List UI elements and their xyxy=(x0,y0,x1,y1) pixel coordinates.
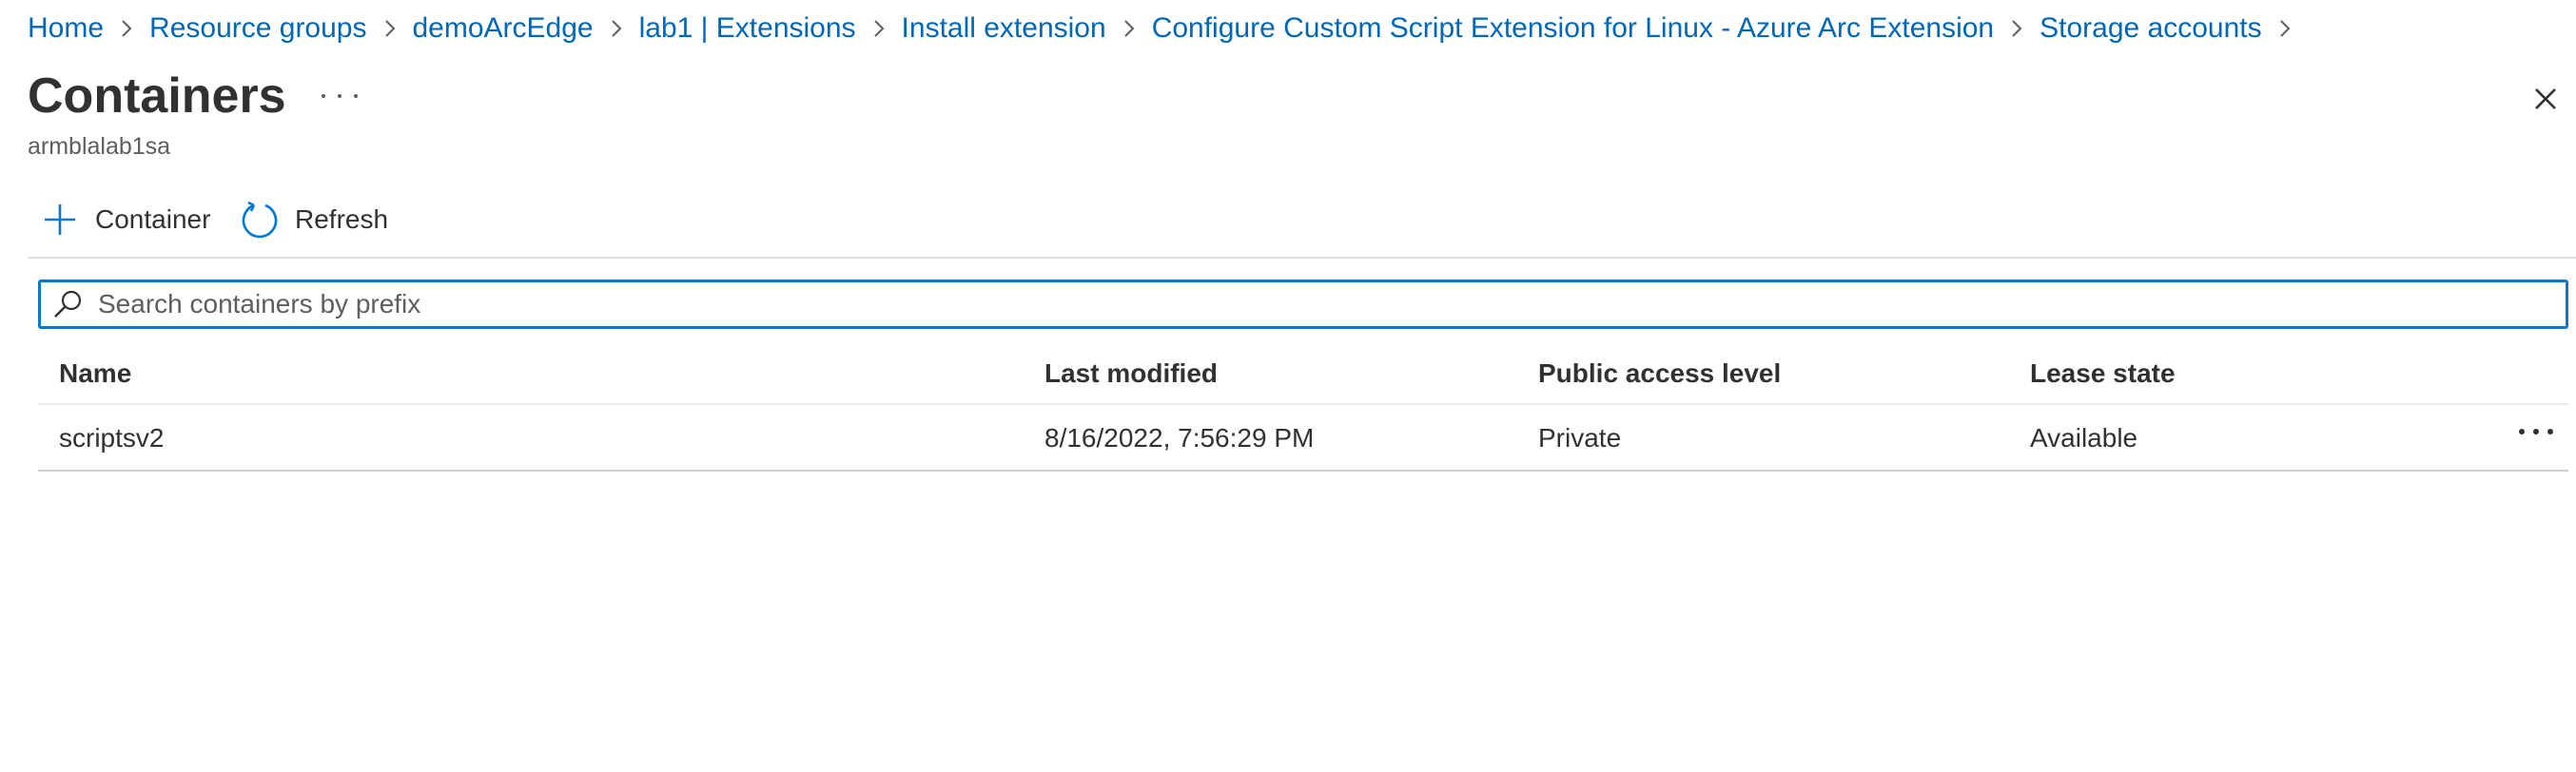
cell-last-modified: 8/16/2022, 7:56:29 PM xyxy=(1044,423,1315,453)
breadcrumb-resource-groups[interactable]: Resource groups xyxy=(149,12,366,45)
chevron-right-icon xyxy=(1106,10,1152,48)
cell-public-access-level: Private xyxy=(1538,423,1622,453)
chevron-right-icon xyxy=(1994,10,2039,48)
chevron-right-icon xyxy=(856,10,902,48)
chevron-right-icon xyxy=(2262,10,2308,48)
refresh-label: Refresh xyxy=(295,204,389,234)
add-container-label: Container xyxy=(95,204,211,234)
refresh-icon xyxy=(240,200,280,240)
column-header-public-access-level[interactable]: Public access level xyxy=(1538,342,1781,405)
breadcrumb-configure-extension[interactable]: Configure Custom Script Extension for Li… xyxy=(1152,12,1994,45)
search-icon xyxy=(41,287,85,321)
column-header-lease-state[interactable]: Lease state xyxy=(2030,342,2176,405)
column-header-name[interactable]: Name xyxy=(59,342,131,405)
breadcrumb-home[interactable]: Home xyxy=(28,12,104,45)
chevron-right-icon xyxy=(367,10,413,48)
chevron-right-icon xyxy=(594,10,639,48)
breadcrumb: Home Resource groups demoArcEdge lab1 | … xyxy=(28,10,2308,48)
add-container-button[interactable]: Container xyxy=(42,196,210,243)
page-title: Containers xyxy=(28,68,286,124)
toolbar-divider xyxy=(28,257,2576,259)
cell-lease-state: Available xyxy=(2030,423,2138,453)
breadcrumb-storage-accounts[interactable]: Storage accounts xyxy=(2039,12,2261,45)
column-header-last-modified[interactable]: Last modified xyxy=(1044,342,1218,405)
cell-name[interactable]: scriptsv2 xyxy=(59,405,164,472)
search-box[interactable] xyxy=(38,280,2568,329)
refresh-button[interactable]: Refresh xyxy=(240,196,388,243)
breadcrumb-resource-group[interactable]: demoArcEdge xyxy=(413,12,594,45)
plus-icon xyxy=(42,202,78,238)
row-more-actions-icon[interactable] xyxy=(2515,405,2557,458)
containers-blade: Home Resource groups demoArcEdge lab1 | … xyxy=(0,0,2576,772)
page-subtitle: armblalab1sa xyxy=(28,133,171,160)
table-header: Name Last modified Public access level L… xyxy=(38,342,2568,405)
close-icon[interactable] xyxy=(2527,80,2565,118)
breadcrumb-install-extension[interactable]: Install extension xyxy=(902,12,1106,45)
table-row[interactable]: scriptsv2 8/16/2022, 7:56:29 PM Private … xyxy=(38,405,2568,472)
search-input[interactable] xyxy=(98,289,2533,319)
ellipsis-icon[interactable] xyxy=(322,82,358,110)
chevron-right-icon xyxy=(104,10,149,48)
containers-table: Name Last modified Public access level L… xyxy=(38,342,2568,472)
breadcrumb-extensions[interactable]: lab1 | Extensions xyxy=(639,12,856,45)
